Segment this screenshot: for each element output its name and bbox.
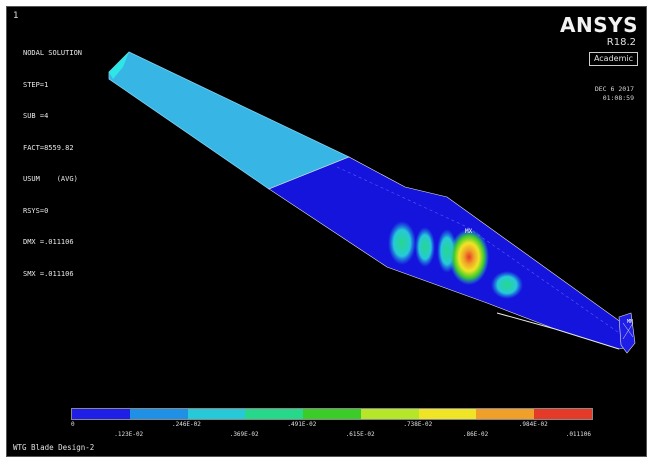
model-title: WTG Blade Design-2 bbox=[13, 443, 95, 452]
legend-label-bottom-3: .615E-02 bbox=[345, 431, 375, 438]
min-marker: MN bbox=[627, 319, 633, 325]
contour-swirl-2 bbox=[415, 227, 435, 267]
contour-hotspot bbox=[449, 229, 489, 285]
contour-legend-bar bbox=[71, 408, 593, 420]
max-marker: MX bbox=[465, 228, 473, 235]
legend-label-top-5: .984E-02 bbox=[518, 421, 548, 428]
legend-label-top-4: .738E-02 bbox=[403, 421, 433, 428]
contour-swirl-4 bbox=[491, 271, 523, 299]
graphics-viewport[interactable]: 1 NODAL SOLUTION STEP=1 SUB =4 FACT=8559… bbox=[6, 6, 647, 457]
contour-swirl-1 bbox=[388, 221, 416, 265]
legend-label-bottom-4: .86E-02 bbox=[462, 431, 489, 438]
legend-label-top-2: .246E-02 bbox=[171, 421, 201, 428]
legend-label-bottom-1: .123E-02 bbox=[114, 431, 144, 438]
legend-segment-6 bbox=[360, 409, 419, 419]
legend-label-top-1: 0 bbox=[71, 421, 75, 428]
legend-labels-bottom: .123E-02 .369E-02 .615E-02 .86E-02 .0111… bbox=[71, 431, 591, 441]
legend-segment-4 bbox=[245, 409, 304, 419]
legend-segment-3 bbox=[187, 409, 246, 419]
legend-segment-2 bbox=[129, 409, 188, 419]
legend-segment-8 bbox=[476, 409, 535, 419]
blade-root-section bbox=[108, 51, 350, 190]
legend-label-bottom-5: .011106 bbox=[565, 431, 591, 438]
legend-label-top-3: .491E-02 bbox=[287, 421, 317, 428]
legend-segment-9 bbox=[534, 409, 593, 419]
legend-label-bottom-2: .369E-02 bbox=[229, 431, 259, 438]
legend-segment-7 bbox=[418, 409, 477, 419]
legend-segment-5 bbox=[303, 409, 361, 419]
graphics-frame: 1 NODAL SOLUTION STEP=1 SUB =4 FACT=8559… bbox=[0, 0, 653, 463]
legend-labels-top: 0 .246E-02 .491E-02 .738E-02 .984E-02 bbox=[71, 421, 591, 431]
blade-model[interactable]: MX MN bbox=[7, 7, 647, 457]
legend-segment-1 bbox=[72, 409, 130, 419]
